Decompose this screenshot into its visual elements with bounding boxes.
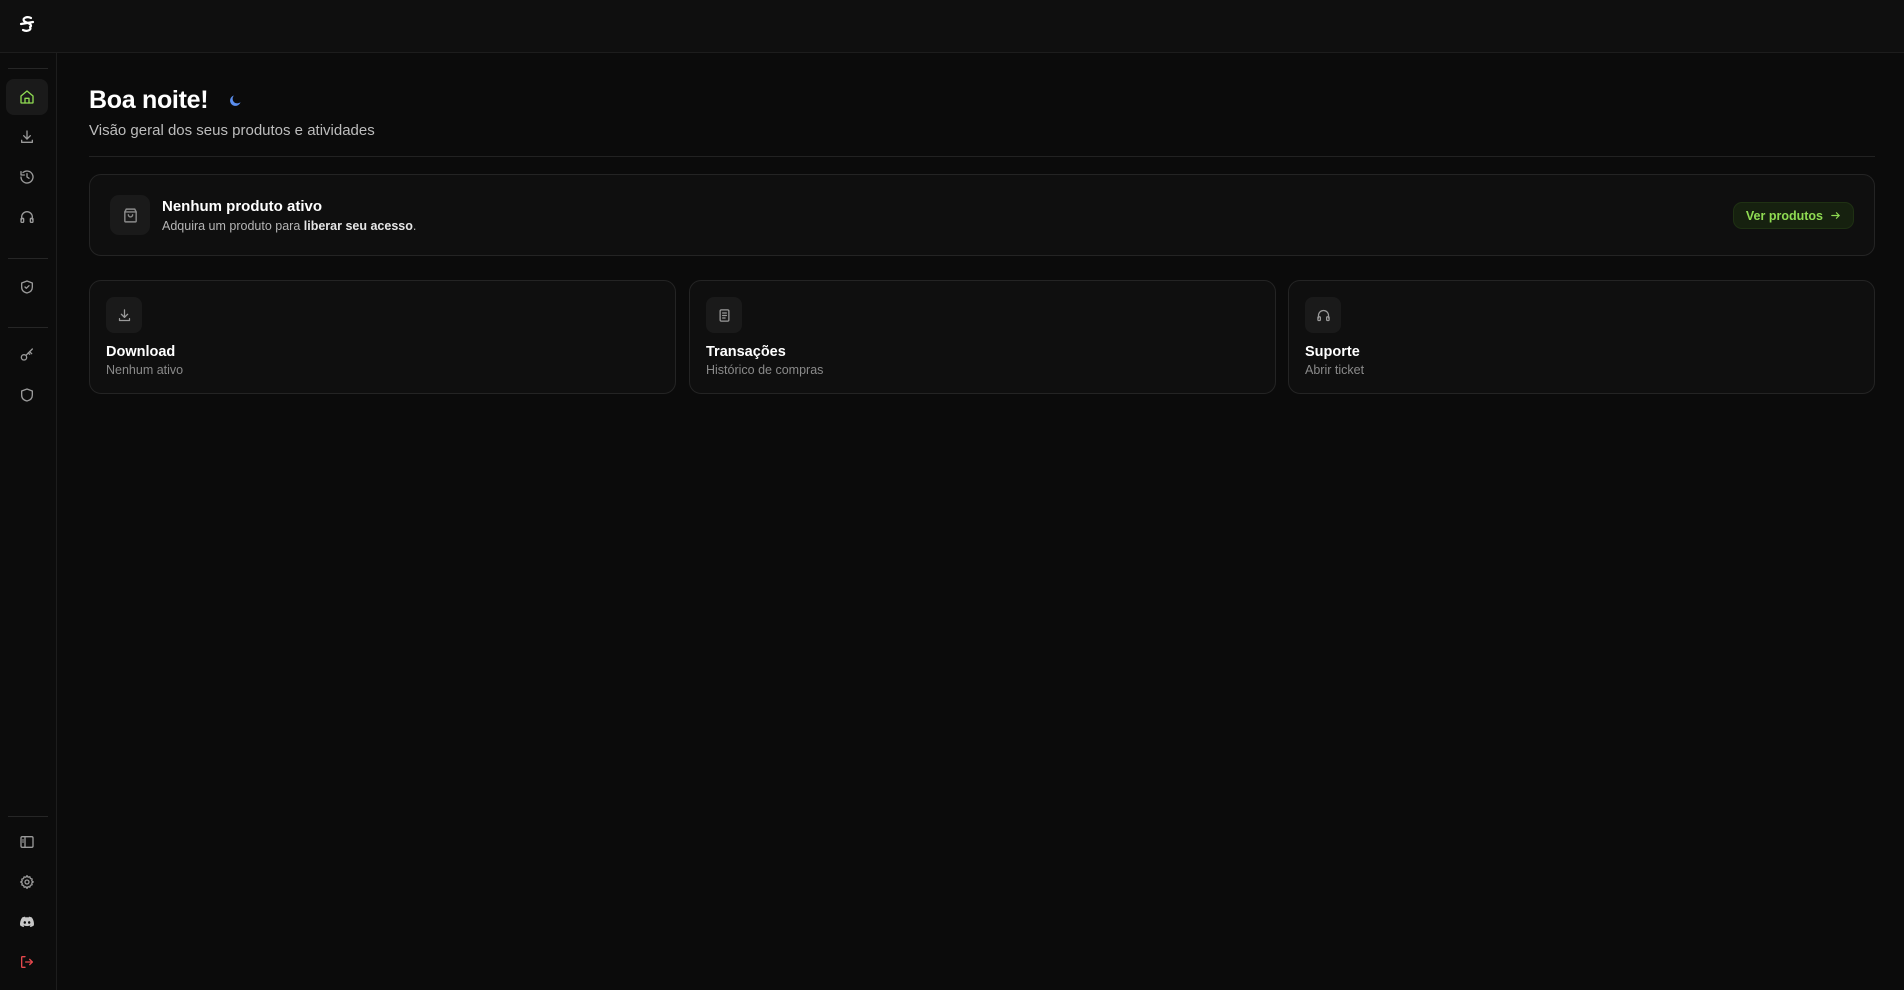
banner-desc-bold: liberar seu acesso	[303, 219, 413, 233]
sidebar-divider	[8, 816, 48, 817]
page-title: Boa noite!	[89, 86, 209, 114]
shopping-bag-icon	[123, 207, 137, 223]
card-subtitle: Abrir ticket	[1305, 363, 1365, 377]
card-transactions[interactable]: Transações Histórico de compras	[689, 280, 1276, 394]
section-divider	[89, 156, 1875, 157]
moon-icon	[230, 95, 241, 106]
banner-description: Adquira um produto para liberar seu aces…	[162, 219, 416, 233]
brand-logo-icon[interactable]	[16, 13, 38, 35]
banner-desc-prefix: Adquira um produto para	[162, 219, 304, 233]
no-product-banner: Nenhum produto ativo Adquira um produto …	[89, 174, 1875, 256]
sidebar-item-protection[interactable]	[6, 377, 48, 413]
sidebar	[0, 53, 57, 990]
sidebar-divider	[8, 68, 48, 69]
card-subtitle: Nenhum ativo	[106, 363, 184, 377]
card-icon-box	[106, 297, 142, 333]
shield-check-icon	[21, 280, 33, 294]
card-support[interactable]: Suporte Abrir ticket	[1288, 280, 1875, 394]
settings-button[interactable]	[6, 864, 48, 900]
logout-button[interactable]	[6, 944, 48, 980]
gear-icon	[20, 875, 34, 889]
card-subtitle: Histórico de compras	[706, 363, 824, 377]
view-products-label: Ver produtos	[1745, 208, 1823, 223]
download-icon	[21, 130, 33, 143]
arrow-right-icon	[1831, 212, 1840, 219]
key-icon	[20, 348, 33, 361]
card-download[interactable]: Download Nenhum ativo	[89, 280, 676, 394]
home-icon	[20, 90, 34, 104]
banner-icon-box	[110, 195, 150, 235]
sidebar-divider	[8, 327, 48, 328]
sidebar-item-support[interactable]	[6, 199, 48, 235]
sidebar-divider	[8, 258, 48, 259]
sidebar-item-download[interactable]	[6, 119, 48, 155]
download-icon	[118, 308, 130, 321]
card-title: Download	[106, 344, 176, 360]
card-icon-box	[1305, 297, 1341, 333]
greeting: Boa noite!	[89, 86, 243, 115]
sidebar-toggle-icon	[20, 836, 34, 848]
sidebar-item-keys[interactable]	[6, 337, 48, 373]
sidebar-item-home[interactable]	[6, 79, 48, 115]
history-icon	[20, 170, 34, 184]
shield-icon	[21, 388, 33, 402]
top-bar	[0, 0, 1904, 53]
main-content: Boa noite! Visão geral dos seus produtos…	[57, 53, 1904, 990]
card-title: Transações	[706, 344, 786, 360]
sidebar-item-security[interactable]	[6, 269, 48, 305]
discord-button[interactable]	[6, 904, 48, 940]
sidebar-toggle-button[interactable]	[6, 824, 48, 860]
banner-title: Nenhum produto ativo	[162, 198, 322, 215]
page-subtitle: Visão geral dos seus produtos e atividad…	[89, 122, 375, 139]
discord-icon	[20, 916, 34, 928]
sidebar-item-history[interactable]	[6, 159, 48, 195]
headphones-icon	[20, 211, 34, 223]
card-title: Suporte	[1305, 344, 1360, 360]
banner-desc-suffix: .	[412, 219, 417, 233]
card-icon-box	[706, 297, 742, 333]
view-products-button[interactable]: Ver produtos	[1732, 202, 1854, 229]
logout-icon	[21, 956, 33, 968]
document-icon	[719, 308, 729, 322]
headphones-icon	[1316, 309, 1330, 321]
